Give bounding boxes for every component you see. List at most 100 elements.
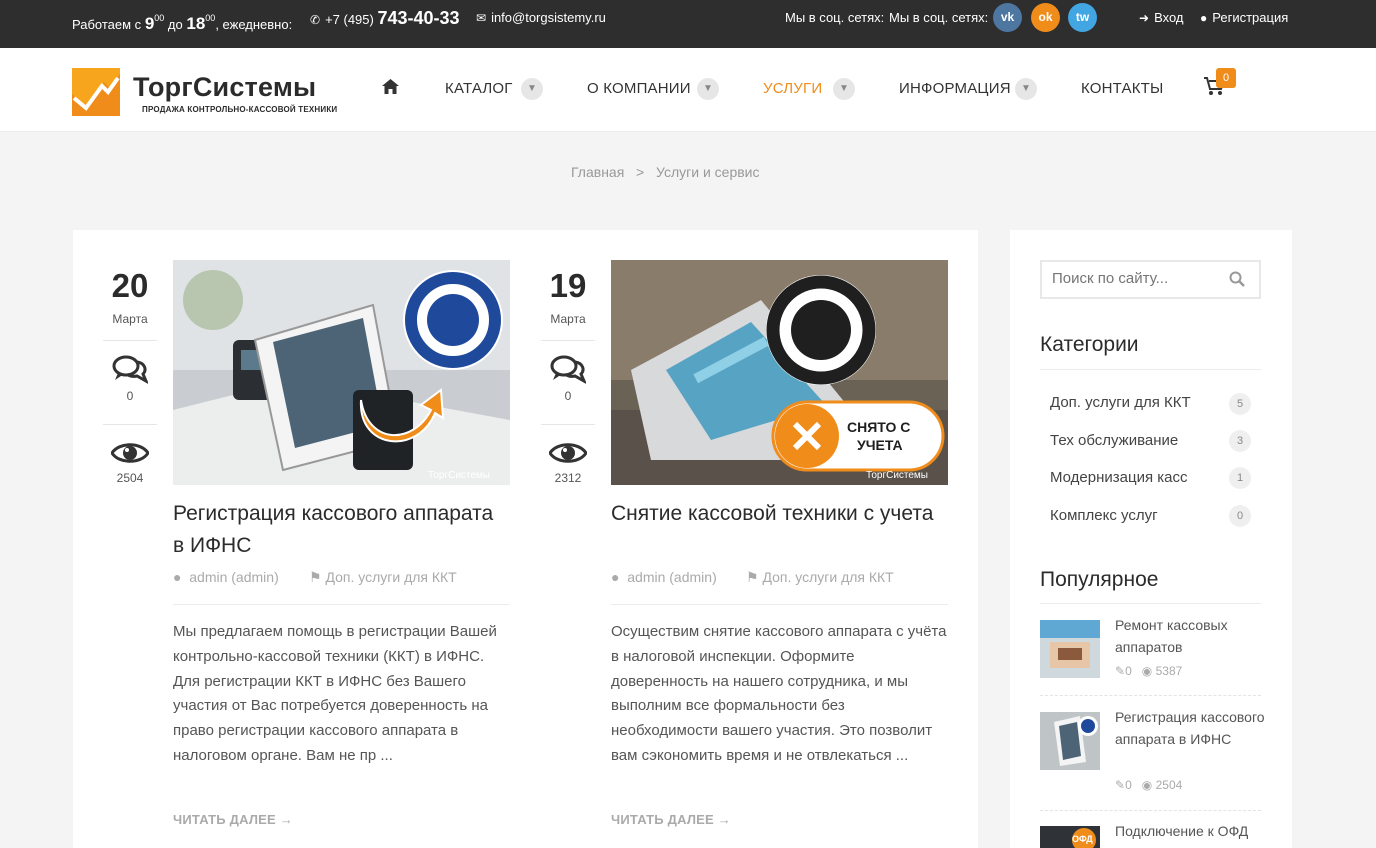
tags-icon: ⚑	[746, 569, 759, 585]
odnoklassniki-icon[interactable]: ok	[1031, 3, 1060, 32]
comments-count: 0	[126, 389, 134, 403]
views-count: 2312	[554, 471, 582, 485]
search-box	[1040, 260, 1261, 299]
category-item[interactable]: Тех обслуживание	[1050, 432, 1178, 449]
popular-thumbnail[interactable]: ОФД	[1040, 826, 1100, 848]
register-label: Регистрация	[1212, 10, 1289, 25]
top-bar: Работаем с 900 до 1800, ежедневно: ✆ +7 (…	[0, 0, 1376, 48]
breadcrumb-current: Услуги и сервис	[656, 164, 760, 180]
post-title[interactable]: Снятие кассовой техники с учета	[611, 498, 948, 530]
meta-divider	[541, 340, 595, 341]
category-count: 0	[1229, 505, 1251, 527]
chevron-down-icon[interactable]: ▼	[1015, 78, 1037, 100]
nav-contacts[interactable]: КОНТАКТЫ	[1081, 80, 1164, 97]
search-icon[interactable]	[1229, 271, 1245, 292]
popular-title-link[interactable]: Ремонт кассовых аппаратов	[1115, 614, 1265, 658]
image-badge-line1: СНЯТО С	[847, 419, 910, 435]
cart-count-badge[interactable]: 0	[1216, 68, 1236, 88]
popular-title-link[interactable]: Регистрация кассового аппарата в ИФНС	[1115, 706, 1265, 750]
email-text: info@torgsistemy.ru	[491, 10, 606, 25]
hours-from-min: 00	[154, 13, 165, 23]
widget-divider	[1040, 603, 1261, 604]
envelope-icon: ✉	[476, 11, 487, 25]
breadcrumb-home[interactable]: Главная	[571, 164, 624, 180]
working-hours: Работаем с 900 до 1800, ежедневно:	[72, 0, 292, 43]
login-label: Вход	[1154, 10, 1184, 25]
post-image[interactable]: ТоргСистемы	[173, 260, 510, 485]
category-item[interactable]: Комплекс услуг	[1050, 507, 1158, 524]
popular-views: 2504	[1155, 778, 1183, 792]
user-icon: ●	[1200, 11, 1208, 25]
phone-link[interactable]: ✆ +7 (495) 743-40-33	[310, 0, 460, 38]
chevron-down-icon[interactable]: ▼	[833, 78, 855, 100]
post-author[interactable]: ● admin (admin)	[173, 569, 279, 585]
post-excerpt: Осуществим снятие кассового аппарата с у…	[611, 623, 947, 764]
ofd-badge: ОФД	[1072, 834, 1093, 844]
home-icon[interactable]	[382, 79, 399, 99]
logo-title[interactable]: ТоргСистемы	[133, 72, 316, 103]
read-more-link[interactable]: ЧИТАТЬ ДАЛЕЕ →	[173, 812, 293, 827]
popular-comments: 0	[1125, 778, 1132, 792]
post-month: Марта	[550, 312, 586, 326]
post-date: 19 Марта	[541, 266, 595, 326]
user-icon: ●	[611, 569, 620, 585]
login-link[interactable]: ➜ Вход	[1139, 0, 1183, 36]
phone-number: 743-40-33	[377, 8, 460, 28]
comments-icon	[550, 355, 588, 385]
meta-divider	[103, 424, 157, 425]
post-image[interactable]: СНЯТО С УЧЕТА ТоргСистемы	[611, 260, 948, 485]
email-link[interactable]: ✉ info@torgsistemy.ru	[476, 0, 606, 36]
post-title[interactable]: Регистрация кассового аппарата в ИФНС	[173, 498, 510, 562]
sign-in-icon: ➜	[1139, 11, 1150, 25]
logo-subtitle: ПРОДАЖА КОНТРОЛЬНО-КАССОВОЙ ТЕХНИКИ	[142, 105, 338, 114]
nav-about[interactable]: О КОМПАНИИ	[587, 80, 691, 97]
logo-icon[interactable]	[72, 68, 120, 116]
nav-services[interactable]: УСЛУГИ	[763, 80, 822, 97]
image-watermark: ТоргСистемы	[428, 470, 490, 481]
category-count: 1	[1229, 467, 1251, 489]
category-name: Доп. услуги для ККТ	[325, 569, 457, 585]
hours-suffix: , ежедневно:	[215, 17, 293, 32]
read-more-link[interactable]: ЧИТАТЬ ДАЛЕЕ →	[611, 812, 731, 827]
eye-icon	[110, 443, 150, 463]
post-category[interactable]: ⚑ Доп. услуги для ККТ	[746, 569, 894, 586]
nav-information[interactable]: ИНФОРМАЦИЯ	[899, 80, 1011, 97]
author-name: admin (admin)	[627, 569, 717, 585]
popular-stats: ✎0 ◉ 5387	[1115, 664, 1182, 678]
author-name: admin (admin)	[189, 569, 279, 585]
post-comments[interactable]: 0	[541, 354, 595, 403]
chevron-down-icon[interactable]: ▼	[697, 78, 719, 100]
meta-divider	[103, 340, 157, 341]
phone-icon: ✆	[310, 13, 321, 27]
register-link[interactable]: ● Регистрация	[1200, 0, 1288, 36]
eye-icon: ◉	[1141, 664, 1153, 678]
post-views: 2504	[103, 440, 157, 485]
meta-divider	[541, 424, 595, 425]
hours-from: 9	[144, 14, 155, 33]
post-author[interactable]: ● admin (admin)	[611, 569, 717, 585]
popular-views: 5387	[1155, 664, 1183, 678]
twitter-icon[interactable]: tw	[1068, 3, 1097, 32]
popular-title-link[interactable]: Подключение к ОФД	[1115, 820, 1265, 842]
vk-icon[interactable]: vk	[993, 3, 1022, 32]
user-icon: ●	[173, 569, 182, 585]
category-item[interactable]: Модернизация касс	[1050, 469, 1188, 486]
category-item[interactable]: Доп. услуги для ККТ	[1050, 394, 1191, 411]
search-input[interactable]	[1052, 270, 1222, 287]
site-header: ТоргСистемы ПРОДАЖА КОНТРОЛЬНО-КАССОВОЙ …	[0, 48, 1376, 132]
popular-stats: ✎0 ◉ 2504	[1115, 778, 1182, 792]
popular-comments: 0	[1125, 664, 1132, 678]
post-category[interactable]: ⚑ Доп. услуги для ККТ	[309, 569, 457, 586]
post-day: 19	[549, 267, 587, 304]
views-count: 2504	[116, 471, 144, 485]
posts-panel: 20 Марта 0 2504 ТоргСистемы Регистрация …	[73, 230, 978, 848]
popular-thumbnail[interactable]	[1040, 620, 1100, 678]
sidebar: Категории Доп. услуги для ККТ 5 Тех обсл…	[1010, 230, 1292, 848]
post-comments[interactable]: 0	[103, 354, 157, 403]
social-label-2: Мы в соц. сетях:	[889, 10, 989, 25]
category-name: Доп. услуги для ККТ	[762, 569, 894, 585]
nav-catalog[interactable]: КАТАЛОГ	[445, 80, 513, 97]
popular-thumbnail[interactable]	[1040, 712, 1100, 770]
chevron-down-icon[interactable]: ▼	[521, 78, 543, 100]
comments-count: 0	[564, 389, 572, 403]
